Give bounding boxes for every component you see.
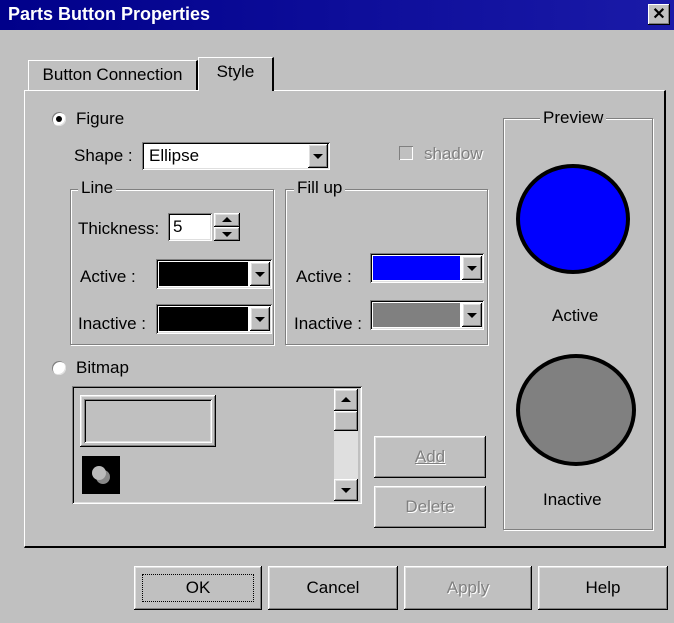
bitmap-scrollbar[interactable] xyxy=(334,389,358,501)
line-inactive-swatch xyxy=(159,307,248,331)
bitmap-list[interactable] xyxy=(72,386,362,504)
figure-radio[interactable] xyxy=(52,112,66,126)
line-active-label: Active : xyxy=(80,267,136,286)
shape-label: Shape : xyxy=(74,146,133,165)
fill-inactive-dropdown-button[interactable] xyxy=(462,303,482,327)
preview-active-shape xyxy=(516,164,630,274)
thickness-input[interactable]: 5 xyxy=(168,213,212,241)
bitmap-item-frame xyxy=(84,399,212,443)
bitmap-glyph xyxy=(92,466,106,480)
fill-inactive-swatch xyxy=(373,303,460,327)
ok-button[interactable]: OK xyxy=(134,566,262,610)
tab-button-connection-label: Button Connection xyxy=(42,65,183,84)
help-button[interactable]: Help xyxy=(538,566,668,610)
line-active-dropdown-button[interactable] xyxy=(250,262,270,286)
tab-style-label: Style xyxy=(216,62,255,81)
thickness-value: 5 xyxy=(173,217,183,236)
fill-active-swatch xyxy=(373,256,460,280)
shadow-label: shadow xyxy=(424,144,483,163)
shape-select-value: Ellipse xyxy=(149,146,200,165)
chevron-down-icon xyxy=(222,232,232,237)
scroll-up-button[interactable] xyxy=(334,389,358,411)
preview-active-label: Active xyxy=(552,306,599,325)
chevron-up-icon xyxy=(341,397,351,402)
add-button-label: Add xyxy=(414,447,446,466)
preview-inactive-label: Inactive xyxy=(543,490,602,509)
line-active-color-select[interactable] xyxy=(156,259,272,289)
bitmap-thumbnail-icon[interactable] xyxy=(82,456,120,494)
line-inactive-dropdown-button[interactable] xyxy=(250,307,270,331)
fill-active-color-select[interactable] xyxy=(370,253,484,283)
ok-button-label: OK xyxy=(185,578,211,597)
bitmap-radio[interactable] xyxy=(52,361,66,375)
add-button[interactable]: Add xyxy=(374,436,486,478)
line-inactive-color-select[interactable] xyxy=(156,304,272,334)
shadow-checkbox[interactable] xyxy=(399,146,413,160)
help-button-label: Help xyxy=(585,578,621,597)
apply-button[interactable]: Apply xyxy=(404,566,532,610)
bitmap-item[interactable] xyxy=(80,395,216,447)
scroll-thumb[interactable] xyxy=(334,411,358,431)
bitmap-label: Bitmap xyxy=(76,358,129,377)
fill-group-title: Fill up xyxy=(294,178,346,198)
thickness-down-button[interactable] xyxy=(214,227,240,241)
cancel-button-label: Cancel xyxy=(306,578,360,597)
chevron-down-icon xyxy=(255,272,265,277)
figure-label: Figure xyxy=(76,109,125,128)
thickness-label: Thickness: xyxy=(78,219,160,238)
shape-select-button[interactable] xyxy=(308,144,328,168)
preview-title: Preview xyxy=(540,108,607,128)
chevron-down-icon xyxy=(467,266,477,271)
apply-button-label: Apply xyxy=(446,578,490,597)
line-active-swatch xyxy=(159,262,248,286)
delete-button-label: Delete xyxy=(405,497,455,516)
delete-button[interactable]: Delete xyxy=(374,486,486,528)
chevron-up-icon xyxy=(222,217,232,222)
scroll-down-button[interactable] xyxy=(334,479,358,501)
fill-inactive-color-select[interactable] xyxy=(370,300,484,330)
shape-select[interactable]: Ellipse xyxy=(142,142,330,170)
fill-active-label: Active : xyxy=(296,267,352,286)
cancel-button[interactable]: Cancel xyxy=(268,566,398,610)
chevron-down-icon xyxy=(341,488,351,493)
line-group-title: Line xyxy=(78,178,117,198)
fill-active-dropdown-button[interactable] xyxy=(462,256,482,280)
chevron-down-icon xyxy=(255,317,265,322)
tab-style[interactable]: Style xyxy=(198,57,274,91)
window-title: Parts Button Properties xyxy=(8,4,211,24)
chevron-down-icon xyxy=(467,313,477,318)
line-inactive-label: Inactive : xyxy=(78,314,147,333)
thickness-up-button[interactable] xyxy=(214,213,240,227)
chevron-down-icon xyxy=(313,154,323,159)
close-icon: ✕ xyxy=(652,6,666,23)
tab-button-connection[interactable]: Button Connection xyxy=(28,60,198,90)
preview-inactive-shape xyxy=(516,354,636,466)
fill-inactive-label: Inactive : xyxy=(294,314,363,333)
title-bar: Parts Button Properties ✕ xyxy=(0,0,674,30)
figure-radio-dot xyxy=(56,116,62,122)
close-button[interactable]: ✕ xyxy=(648,4,670,25)
